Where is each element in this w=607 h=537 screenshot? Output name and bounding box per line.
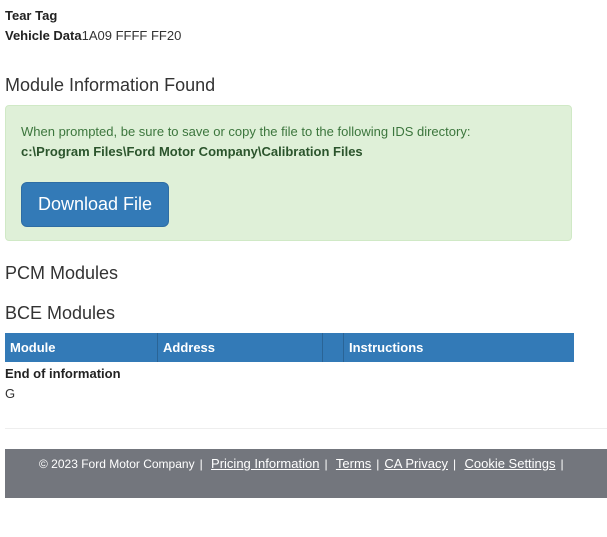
module-info-title: Module Information Found xyxy=(5,75,216,95)
column-header-address: Address xyxy=(158,333,323,362)
footer-separator: | xyxy=(453,457,457,471)
tear-tag-label: Tear Tag xyxy=(5,8,58,23)
footer-separator: | xyxy=(324,457,328,471)
vehicle-data-label: Vehicle Data xyxy=(5,28,82,43)
ca-privacy-link[interactable]: CA Privacy xyxy=(384,456,448,471)
column-header-instructions: Instructions xyxy=(349,340,424,355)
success-alert: When prompted, be sure to save or copy t… xyxy=(5,105,572,241)
footer-separator: | xyxy=(560,457,564,471)
footer: © 2023 Ford Motor Company | Pricing Infor… xyxy=(5,449,607,498)
cookie-settings-link[interactable]: Cookie Settings xyxy=(464,456,555,471)
bce-table-header: Module Address Instructions xyxy=(5,333,574,362)
end-of-information: End of information xyxy=(5,366,121,381)
directory-path: c:\Program Files\Ford Motor Company\Cali… xyxy=(21,144,363,159)
footer-separator: | xyxy=(376,457,380,471)
trailing-text: G xyxy=(5,386,16,401)
pcm-modules-title: PCM Modules xyxy=(5,263,119,283)
column-header-module: Module xyxy=(5,333,158,362)
column-header-blank xyxy=(323,333,344,362)
pricing-information-link[interactable]: Pricing Information xyxy=(211,456,319,471)
vehicle-data-row: Vehicle Data1A09 FFFF FF20 xyxy=(5,28,181,43)
terms-link[interactable]: Terms xyxy=(336,456,371,471)
bce-modules-title: BCE Modules xyxy=(5,303,116,323)
download-file-button[interactable]: Download File xyxy=(21,182,169,227)
footer-copyright: © 2023 Ford Motor Company xyxy=(39,457,195,471)
footer-separator: | xyxy=(199,457,203,471)
footer-links-row: © 2023 Ford Motor Company | Pricing Infor… xyxy=(39,456,569,472)
page: Tear Tag Vehicle Data1A09 FFFF FF20 Modu… xyxy=(0,0,607,537)
divider xyxy=(5,428,607,429)
alert-message: When prompted, be sure to save or copy t… xyxy=(21,124,471,139)
vehicle-data-value: 1A09 FFFF FF20 xyxy=(81,28,182,43)
